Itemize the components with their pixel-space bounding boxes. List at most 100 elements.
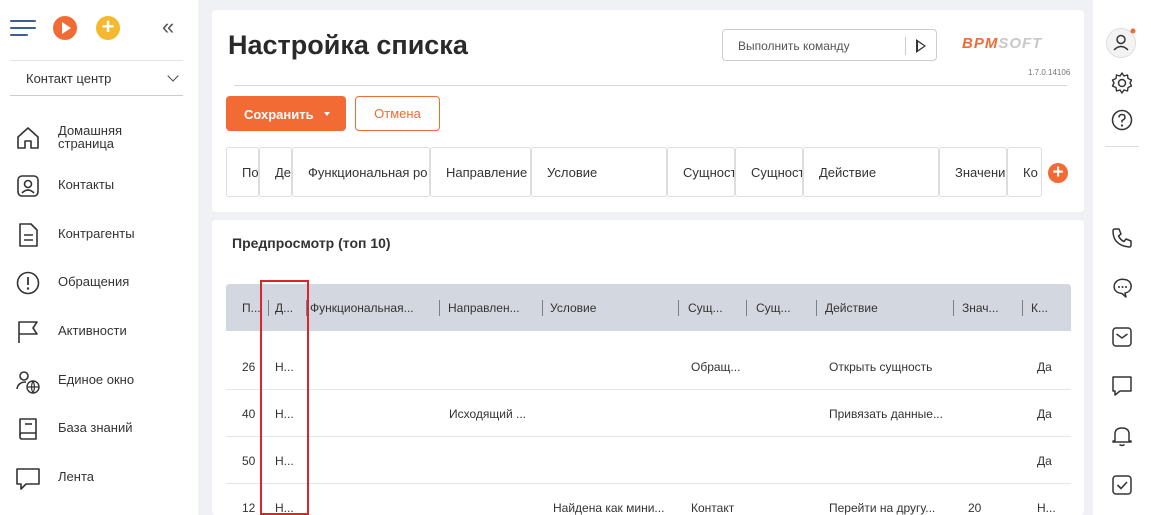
add-icon[interactable]: + [96,16,120,40]
flag-icon [18,321,38,343]
table-row[interactable]: 50 Н... Да [226,437,1071,484]
table-row[interactable]: 40 Н... Исходящий ... Привязать данные..… [226,390,1071,437]
help-icon[interactable] [1109,107,1135,133]
save-dropdown-icon[interactable] [324,112,330,116]
preview-table-header: П... Д... Функциональная... Направлен...… [226,284,1071,331]
gear-icon[interactable] [1109,70,1135,96]
save-button-label: Сохранить [244,107,314,122]
column-cell[interactable]: По [226,147,259,197]
mail-icon[interactable] [1109,324,1135,350]
sidebar-item-label: Лента [58,469,94,484]
message-icon[interactable] [1109,373,1135,399]
table-cell: Найдена как мини... [553,501,665,515]
sidebar-item-single-window[interactable]: Единое окно [14,361,194,401]
alert-icon [16,271,40,295]
column-cell[interactable]: Ко [1007,147,1042,197]
collapse-sidebar-icon[interactable]: « [162,16,174,38]
profile-icon[interactable] [1105,27,1137,59]
column-cell[interactable]: Значени [939,147,1007,197]
table-cell: Н... [275,407,294,421]
table-cell: Контакт [691,501,735,515]
workspace-select[interactable]: Контакт центр [10,60,183,96]
column-divider[interactable] [542,300,543,316]
column-header[interactable]: Знач... [962,301,999,315]
play-icon[interactable] [53,16,77,40]
run-command-icon[interactable] [916,39,926,53]
bell-icon[interactable] [1109,423,1135,449]
column-divider[interactable] [1022,300,1023,316]
column-header[interactable]: К... [1031,301,1048,315]
column-header[interactable]: Условие [550,301,596,315]
column-header[interactable]: Сущ... [688,301,723,315]
column-divider[interactable] [439,300,440,316]
contact-icon [17,175,39,197]
column-header[interactable]: П... [242,301,261,315]
column-divider[interactable] [306,300,307,316]
sidebar-item-label: Обращения [58,274,130,289]
cancel-button[interactable]: Отмена [355,96,440,131]
sidebar-item-label: Контрагенты [58,226,135,241]
document-icon [19,223,38,247]
column-divider[interactable] [746,300,747,316]
column-cell[interactable]: Функциональная ро [292,147,430,197]
column-divider[interactable] [953,300,954,316]
sidebar-item-cases[interactable]: Обращения [14,263,194,303]
table-cell: Да [1037,360,1052,374]
version-label: 1.7.0.14106 [1028,68,1071,77]
column-cell[interactable]: Де [259,147,292,197]
divider [1105,146,1139,147]
sidebar-item-label: База знаний [58,420,133,435]
sidebar-item-feed[interactable]: Лента [14,458,194,498]
sidebar-item-activities[interactable]: Активности [14,312,194,352]
table-cell: Н... [275,360,294,374]
column-cell[interactable]: Действие [803,147,939,197]
table-row[interactable]: 26 Н... Обращ... Открыть сущность Да [226,343,1071,390]
logo: BPMSOFT [962,35,1043,52]
command-input[interactable]: Выполнить команду [722,29,937,61]
table-cell: 50 [242,454,256,468]
sidebar-item-label: Домашняя страница [58,123,123,151]
chevron-down-icon [167,70,179,82]
right-rail [1093,0,1151,515]
sidebar-item-label: Единое окно [58,372,135,387]
column-divider[interactable] [268,300,269,316]
column-cell[interactable]: Направление [430,147,531,197]
column-header[interactable]: Д... [275,301,293,315]
column-header[interactable]: Действие [825,301,878,315]
command-divider [905,37,906,55]
table-cell: Да [1037,407,1052,421]
workspace-label: Контакт центр [26,71,112,86]
column-divider[interactable] [816,300,817,316]
book-icon [19,418,37,440]
settings-panel: Настройка списка Выполнить команду BPMSO… [212,10,1084,212]
column-divider[interactable] [678,300,679,316]
column-header[interactable]: Функциональная... [310,301,414,315]
column-setup-row: По Де Функциональная ро Направление Усло… [226,147,1046,197]
table-cell: Обращ... [691,360,741,374]
column-cell[interactable]: Сущност [667,147,735,197]
sidebar-item-accounts[interactable]: Контрагенты [14,215,194,255]
sidebar-item-label: Контакты [58,177,115,192]
column-cell[interactable]: Сущност [735,147,803,197]
sidebar-item-knowledge-base[interactable]: База знаний [14,409,194,449]
column-header[interactable]: Сущ... [756,301,791,315]
chat-bubbles-icon[interactable] [1109,275,1135,301]
table-cell: Н... [1037,501,1056,515]
add-column-icon[interactable]: + [1048,163,1068,183]
menu-icon[interactable] [10,20,36,36]
table-cell: Исходящий ... [449,407,527,421]
table-cell: 12 [242,501,256,515]
chat-icon [16,468,40,490]
phone-icon[interactable] [1109,225,1135,251]
task-check-icon[interactable] [1109,472,1135,498]
save-button[interactable]: Сохранить [226,96,346,131]
column-header[interactable]: Направлен... [448,301,520,315]
sidebar-item-home[interactable]: Домашняя страница [14,118,194,158]
column-cell[interactable]: Условие [531,147,667,197]
table-cell: 26 [242,360,256,374]
command-placeholder: Выполнить команду [738,39,850,53]
table-row[interactable]: 12 Н... Найдена как мини... Контакт Пере… [226,484,1071,515]
table-cell: Открыть сущность [829,360,933,374]
divider [234,85,1067,86]
sidebar-item-contacts[interactable]: Контакты [14,166,194,206]
